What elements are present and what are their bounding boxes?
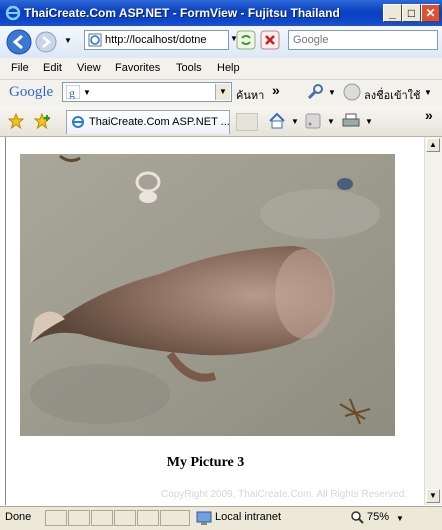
back-button[interactable] [6,29,32,55]
minimize-button[interactable]: _ [383,4,402,22]
menu-edit[interactable]: Edit [43,62,62,74]
google-g-icon: g [66,85,80,99]
signin-avatar-icon [343,83,361,101]
signin-dropdown-icon[interactable]: ▼ [424,88,432,97]
signin-link[interactable]: ลงชื่อเข้าใช้ [364,86,420,104]
tab-ie-icon [72,116,84,128]
menu-bar: File Edit View Favorites Tools Help [0,58,442,79]
address-bar[interactable]: http://localhost/dotne [84,30,229,50]
maximize-button[interactable]: □ [402,4,421,22]
google-g-dropdown-icon[interactable]: ▼ [83,88,91,97]
close-button[interactable]: ✕ [421,4,440,22]
picture-image [20,154,395,436]
picture-caption: My Picture 3 [166,455,245,470]
command-chevron-icon[interactable]: » [425,107,433,123]
window-title: ThaiCreate.Com ASP.NET - FormView - Fuji… [24,6,340,20]
new-tab-button[interactable] [236,113,258,131]
print-dropdown-icon[interactable]: ▼ [365,117,373,126]
zone-label: Local intranet [215,511,282,523]
vertical-scrollbar[interactable]: ▲ ▼ [424,137,442,505]
svg-text:g: g [69,86,75,99]
menu-favorites[interactable]: Favorites [115,62,160,74]
scroll-up-arrow-icon[interactable]: ▲ [426,138,440,152]
tab-label: ThaiCreate.Com ASP.NET ... [89,116,230,128]
status-pane [91,510,113,526]
status-pane [68,510,90,526]
search-input[interactable]: Google [288,30,438,50]
status-bar: Done Local intranet 75% ▼ [0,506,442,530]
status-text: Done [5,511,32,523]
google-logo: Google [9,84,54,100]
search-placeholder: Google [293,34,329,46]
status-pane [45,510,67,526]
feeds-icon[interactable] [305,113,321,129]
feeds-dropdown-icon[interactable]: ▼ [327,117,335,126]
google-search-dropdown-icon[interactable]: ▼ [215,84,230,100]
address-text: http://localhost/dotne [105,34,207,46]
home-icon[interactable] [268,112,286,130]
print-icon[interactable] [342,112,360,130]
status-pane [114,510,136,526]
menu-file[interactable]: File [11,62,29,74]
menu-view[interactable]: View [77,62,101,74]
wrench-icon[interactable] [306,83,324,101]
status-pane [160,510,190,526]
title-bar: ThaiCreate.Com ASP.NET - FormView - Fuji… [0,0,442,26]
intranet-zone-icon [196,511,212,525]
toolbar-chevron-icon[interactable]: » [272,82,280,98]
menu-help[interactable]: Help [217,62,240,74]
scroll-down-arrow-icon[interactable]: ▼ [426,489,440,503]
favorites-star-icon[interactable] [8,113,24,129]
add-favorite-icon[interactable] [34,113,52,129]
menu-tools[interactable]: Tools [176,62,202,74]
status-pane [137,510,159,526]
home-dropdown-icon[interactable]: ▼ [291,117,299,126]
stop-icon[interactable] [260,30,280,50]
history-dropdown-icon[interactable]: ▼ [64,36,72,45]
page-icon [88,33,102,47]
tab-active[interactable]: ThaiCreate.Com ASP.NET ... [66,110,230,134]
forward-button[interactable] [35,31,57,53]
page-content: My Picture 3 CopyRight 2009, ThaiCreate.… [5,137,425,505]
copyright-text: CopyRight 2009, ThaiCreate.Com. All Righ… [161,489,408,500]
ie-logo-icon [5,5,21,21]
google-search-button[interactable]: ค้นหา [236,86,264,104]
google-search-input[interactable]: g ▼ ▼ [62,82,232,102]
zoom-dropdown-icon[interactable]: ▼ [396,514,404,523]
wrench-dropdown-icon[interactable]: ▼ [328,88,336,97]
zoom-level[interactable]: 75% [367,511,389,523]
refresh-icon[interactable] [236,30,256,50]
zoom-icon[interactable] [350,510,364,524]
